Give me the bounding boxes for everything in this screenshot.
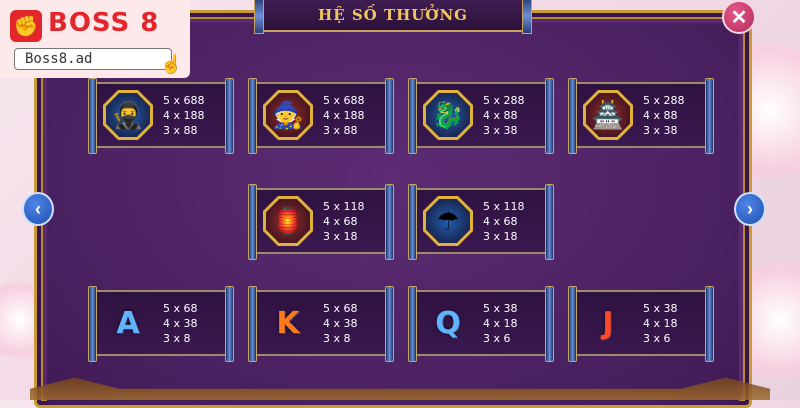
payout-list: 5 x 38 4 x 18 3 x 6 [483, 301, 518, 346]
hand-cursor-icon: ☝ [160, 54, 183, 74]
paytable-card-Q: Q 5 x 38 4 x 18 3 x 6 [408, 286, 554, 362]
payout-row: 3 x 18 [483, 230, 518, 243]
title-banner: HỆ SỐ THƯỞNG [254, 0, 532, 34]
paytable-card-elder: 🧙 5 x 688 4 x 188 3 x 88 [248, 78, 394, 154]
payout-row: 4 x 38 [163, 317, 198, 330]
payout-row: 5 x 38 [483, 302, 518, 315]
payout-row: 3 x 6 [643, 332, 671, 345]
payout-row: 3 x 8 [163, 332, 191, 345]
payout-row: 3 x 38 [483, 124, 518, 137]
letter-k-icon: K [276, 305, 300, 341]
paytable-card-pagoda: 🏯 5 x 288 4 x 88 3 x 38 [568, 78, 714, 154]
payout-list: 5 x 118 4 x 68 3 x 18 [323, 199, 365, 244]
close-button[interactable]: ✕ [722, 0, 756, 34]
red-umbrella-icon: ☂ [423, 196, 473, 246]
payout-row: 4 x 88 [483, 109, 518, 122]
fist-icon: ✊ [10, 10, 42, 42]
letter-a-icon: A [116, 305, 140, 341]
brand-name: BOSS 8 [48, 8, 160, 38]
page-title: HỆ SỐ THƯỞNG [318, 6, 468, 24]
prev-page-button[interactable]: ‹ [22, 192, 54, 226]
elder-warrior-icon: 🧙 [263, 90, 313, 140]
payout-list: 5 x 288 4 x 88 3 x 38 [483, 93, 525, 138]
payout-row: 4 x 68 [323, 215, 358, 228]
payout-row: 4 x 68 [483, 215, 518, 228]
payout-row: 4 x 188 [323, 109, 365, 122]
payout-row: 5 x 118 [483, 200, 525, 213]
payout-row: 5 x 68 [163, 302, 198, 315]
paytable-card-dragon: 🐉 5 x 288 4 x 88 3 x 38 [408, 78, 554, 154]
pagoda-icon: 🏯 [583, 90, 633, 140]
payout-list: 5 x 68 4 x 38 3 x 8 [323, 301, 358, 346]
letter-q-icon: Q [435, 305, 461, 341]
payout-row: 3 x 6 [483, 332, 511, 345]
payout-list: 5 x 288 4 x 88 3 x 38 [643, 93, 685, 138]
payout-row: 3 x 88 [163, 124, 198, 137]
payout-list: 5 x 118 4 x 68 3 x 18 [483, 199, 525, 244]
paytable-card-lantern: 🏮 5 x 118 4 x 68 3 x 18 [248, 184, 394, 260]
paytable-card-J: J 5 x 38 4 x 18 3 x 6 [568, 286, 714, 362]
chevron-left-icon: ‹ [35, 198, 41, 219]
payout-row: 4 x 88 [643, 109, 678, 122]
green-dragon-icon: 🐉 [423, 90, 473, 140]
paytable-card-umbrella: ☂ 5 x 118 4 x 68 3 x 18 [408, 184, 554, 260]
red-lantern-icon: 🏮 [263, 196, 313, 246]
brand-logo: ✊ BOSS 8 Boss8.ad ☝ [0, 0, 190, 78]
payout-list: 5 x 688 4 x 188 3 x 88 [323, 93, 365, 138]
payout-row: 3 x 18 [323, 230, 358, 243]
samurai-portrait-icon: 🥷 [103, 90, 153, 140]
payout-row: 4 x 38 [323, 317, 358, 330]
next-page-button[interactable]: › [734, 192, 766, 226]
payout-row: 3 x 88 [323, 124, 358, 137]
payout-row: 5 x 688 [163, 94, 205, 107]
payout-row: 5 x 688 [323, 94, 365, 107]
payout-row: 5 x 38 [643, 302, 678, 315]
paytable-card-samurai: 🥷 5 x 688 4 x 188 3 x 88 [88, 78, 234, 154]
paytable-card-K: K 5 x 68 4 x 38 3 x 8 [248, 286, 394, 362]
payout-row: 4 x 18 [643, 317, 678, 330]
payout-row: 3 x 8 [323, 332, 351, 345]
payout-row: 5 x 288 [643, 94, 685, 107]
payout-row: 5 x 118 [323, 200, 365, 213]
payout-list: 5 x 38 4 x 18 3 x 6 [643, 301, 678, 346]
payout-row: 4 x 188 [163, 109, 205, 122]
paytable-card-A: A 5 x 68 4 x 38 3 x 8 [88, 286, 234, 362]
letter-j-icon: J [602, 305, 614, 341]
payout-row: 5 x 68 [323, 302, 358, 315]
payout-row: 3 x 38 [643, 124, 678, 137]
payout-row: 4 x 18 [483, 317, 518, 330]
close-icon: ✕ [730, 6, 748, 29]
chevron-right-icon: › [747, 198, 753, 219]
payout-list: 5 x 688 4 x 188 3 x 88 [163, 93, 205, 138]
payout-list: 5 x 68 4 x 38 3 x 8 [163, 301, 198, 346]
brand-domain: Boss8.ad [14, 48, 172, 70]
payout-row: 5 x 288 [483, 94, 525, 107]
